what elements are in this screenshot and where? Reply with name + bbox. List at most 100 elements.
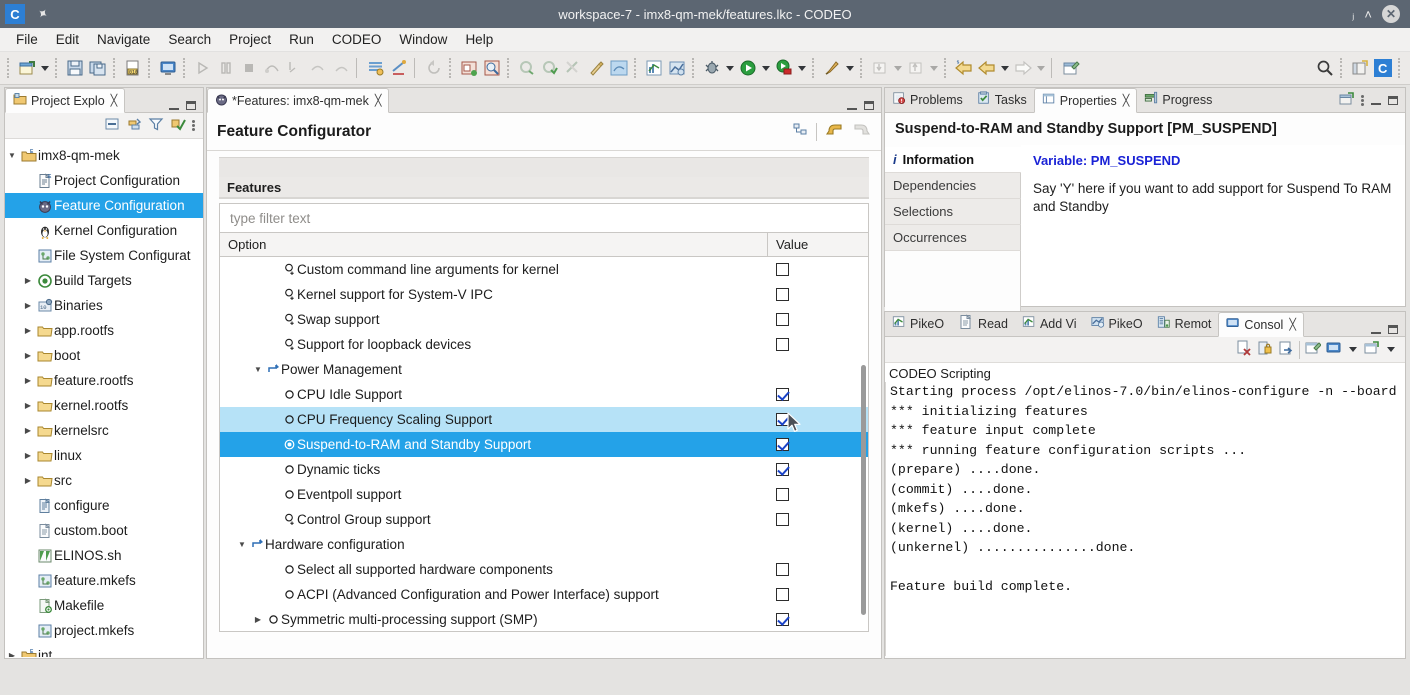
- project-tree[interactable]: ▼Eimx8-qm-mekEProject ConfigurationFeatu…: [5, 139, 203, 657]
- feature-checkbox[interactable]: [776, 463, 789, 476]
- clear-console-icon[interactable]: [1236, 340, 1252, 359]
- console-tab-2[interactable]: Add Vi: [1015, 311, 1084, 336]
- tree-twisty-icon[interactable]: ▶: [21, 326, 35, 335]
- close-icon[interactable]: ╳: [1289, 318, 1296, 331]
- maximize-button[interactable]: ˄: [1364, 8, 1372, 21]
- feature-tree-row[interactable]: CPU Idle Support: [220, 382, 868, 407]
- collapse-all-icon[interactable]: [104, 116, 120, 135]
- run-external-icon[interactable]: [773, 57, 795, 79]
- run-dropdown-caret[interactable]: [760, 57, 772, 79]
- tree-twisty-icon[interactable]: ▶: [21, 301, 35, 310]
- external-tools-dropdown-caret[interactable]: [844, 57, 856, 79]
- tab-tasks[interactable]: Tasks: [970, 87, 1034, 112]
- project-tree-item[interactable]: EProject Configuration: [5, 168, 203, 193]
- run-external-dropdown-caret[interactable]: [796, 57, 808, 79]
- menu-run[interactable]: Run: [281, 30, 322, 49]
- tree-twisty-icon[interactable]: ▶: [21, 376, 35, 385]
- chart-view-icon[interactable]: [643, 57, 665, 79]
- tree-twisty-icon[interactable]: ▶: [21, 401, 35, 410]
- open-perspective-icon[interactable]: [1349, 57, 1371, 79]
- save-icon[interactable]: [64, 57, 86, 79]
- console-tab-0[interactable]: PikeO: [885, 311, 951, 336]
- tree-twisty-icon[interactable]: ▶: [21, 276, 35, 285]
- close-icon[interactable]: ╳: [375, 94, 382, 107]
- column-header-value[interactable]: Value: [768, 233, 868, 256]
- feature-tree-row[interactable]: Suspend-to-RAM and Standby Support: [220, 432, 868, 457]
- console-output[interactable]: Starting process /opt/elinos-7.0/bin/eli…: [885, 382, 1405, 656]
- project-tree-item[interactable]: configure: [5, 493, 203, 518]
- project-tree-item[interactable]: Kernel Configuration: [5, 218, 203, 243]
- open-console-caret-icon[interactable]: [1385, 339, 1397, 361]
- feature-checkbox[interactable]: [776, 413, 789, 426]
- display-console-icon[interactable]: [1326, 340, 1342, 359]
- feature-tree-row[interactable]: ACPI (Advanced Configuration and Power I…: [220, 582, 868, 607]
- tree-twisty-icon[interactable]: ▼: [250, 365, 266, 374]
- search-icon[interactable]: [1314, 57, 1336, 79]
- properties-tab-occurrences[interactable]: Occurrences: [885, 225, 1021, 251]
- minimize-view-icon[interactable]: [169, 108, 179, 110]
- close-button[interactable]: ✕: [1382, 5, 1400, 23]
- tree-twisty-icon[interactable]: ▼: [5, 151, 19, 160]
- new-editor-icon[interactable]: [1060, 57, 1082, 79]
- properties-tab-selections[interactable]: Selections: [885, 199, 1021, 225]
- tab-progress[interactable]: Progress: [1137, 87, 1219, 112]
- project-tree-item[interactable]: feature.mkefs: [5, 568, 203, 593]
- menu-project[interactable]: Project: [221, 30, 279, 49]
- menu-file[interactable]: File: [8, 30, 46, 49]
- tab-project-explorer[interactable]: Project Explo ╳: [5, 88, 125, 113]
- pin-icon[interactable]: ✦: [33, 4, 51, 23]
- feature-checkbox[interactable]: [776, 513, 789, 526]
- terminal-icon[interactable]: [157, 57, 179, 79]
- menu-search[interactable]: Search: [160, 30, 219, 49]
- project-tree-item[interactable]: Makefile: [5, 593, 203, 618]
- feature-tree-row[interactable]: Control Group support: [220, 507, 868, 532]
- feature-tree-row[interactable]: CPU Frequency Scaling Support: [220, 407, 868, 432]
- maximize-view-icon[interactable]: [186, 101, 196, 110]
- menu-edit[interactable]: Edit: [48, 30, 87, 49]
- back-history-icon[interactable]: [953, 57, 975, 79]
- project-tree-item[interactable]: ▶linux: [5, 443, 203, 468]
- run-icon[interactable]: [737, 57, 759, 79]
- feature-tree-row[interactable]: Custom command line arguments for kernel: [220, 257, 868, 282]
- debug-dropdown-caret[interactable]: [724, 57, 736, 79]
- feature-tree[interactable]: Custom command line arguments for kernel…: [219, 257, 869, 632]
- feature-checkbox[interactable]: [776, 563, 789, 576]
- search-project-icon[interactable]: [481, 57, 503, 79]
- menu-window[interactable]: Window: [391, 30, 455, 49]
- maximize-properties-box-icon[interactable]: [1388, 96, 1398, 105]
- undo-icon[interactable]: [825, 122, 844, 142]
- project-tree-item[interactable]: ▶boot: [5, 343, 203, 368]
- tab-properties[interactable]: Properties╳: [1034, 88, 1138, 113]
- properties-view-menu-icon[interactable]: [1361, 95, 1364, 106]
- tree-twisty-icon[interactable]: ▼: [234, 540, 250, 549]
- project-tree-item[interactable]: ▶feature.rootfs: [5, 368, 203, 393]
- minimize-properties-icon[interactable]: [1371, 103, 1381, 105]
- column-header-option[interactable]: Option: [220, 233, 768, 256]
- project-tree-item[interactable]: File System Configurat: [5, 243, 203, 268]
- project-tree-item[interactable]: project.mkefs: [5, 618, 203, 643]
- clean-icon[interactable]: [585, 57, 607, 79]
- maximize-editor-icon[interactable]: [864, 101, 874, 110]
- search-filter-icon[interactable]: [608, 57, 630, 79]
- new-console-view-icon[interactable]: [1305, 340, 1321, 359]
- project-tree-item[interactable]: ▶Build Targets: [5, 268, 203, 293]
- project-tree-item[interactable]: ▼Eimx8-qm-mek: [5, 143, 203, 168]
- project-tree-item[interactable]: ▶Eint: [5, 643, 203, 657]
- project-tree-item[interactable]: ▶kernelsrc: [5, 418, 203, 443]
- feature-tree-row[interactable]: Kernel support for System-V IPC: [220, 282, 868, 307]
- feature-checkbox[interactable]: [776, 338, 789, 351]
- filter-input[interactable]: [228, 210, 860, 227]
- new-project-icon[interactable]: [458, 57, 480, 79]
- filter-box[interactable]: [219, 203, 869, 233]
- back-icon[interactable]: [976, 57, 998, 79]
- project-tree-item[interactable]: custom.boot: [5, 518, 203, 543]
- view-menu-icon[interactable]: [192, 120, 195, 131]
- tree-twisty-icon[interactable]: ▶: [5, 651, 19, 657]
- feature-tree-row[interactable]: ▼Power Management: [220, 357, 868, 382]
- feature-checkbox[interactable]: [776, 313, 789, 326]
- properties-tab-information[interactable]: iInformation: [885, 147, 1021, 173]
- project-tree-item[interactable]: ELINOS.sh: [5, 543, 203, 568]
- debug-icon[interactable]: [701, 57, 723, 79]
- console-tab-3[interactable]: PikeO: [1084, 311, 1150, 336]
- feature-checkbox[interactable]: [776, 588, 789, 601]
